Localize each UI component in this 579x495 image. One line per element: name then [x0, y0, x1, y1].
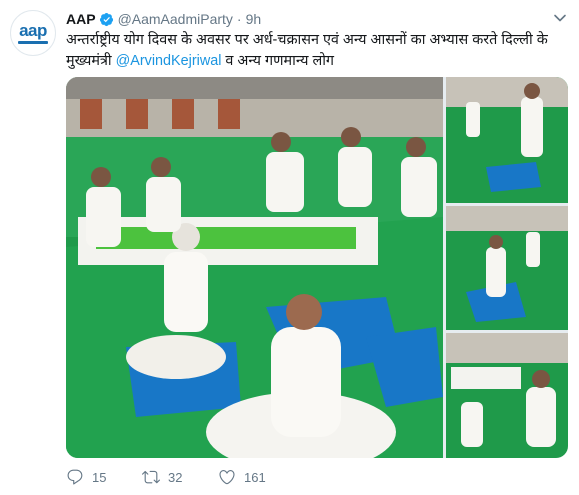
yoga-photo-3[interactable]	[446, 206, 568, 330]
aap-logo-underline	[18, 40, 48, 44]
reply-count: 15	[92, 469, 107, 485]
tweet-actions: 15 32 161	[66, 466, 296, 488]
reply-button[interactable]: 15	[66, 468, 112, 486]
tweet-header: AAP @AamAadmiParty · 9h	[66, 9, 261, 29]
tweet-timestamp[interactable]: 9h	[246, 11, 262, 27]
like-count: 161	[244, 469, 266, 485]
author-name[interactable]: AAP	[66, 11, 96, 27]
photo-grid	[66, 77, 568, 458]
tweet-text: अन्तर्राष्ट्रीय योग दिवस के अवसर पर अर्ध…	[66, 30, 566, 72]
aap-logo: aap	[19, 20, 47, 40]
author-handle[interactable]: @AamAadmiParty	[118, 11, 233, 27]
mention-link[interactable]: @ArvindKejriwal	[116, 53, 222, 69]
yoga-photo-2[interactable]	[446, 77, 568, 203]
main-yoga-photo[interactable]	[66, 77, 443, 458]
chevron-down-icon[interactable]	[553, 11, 567, 25]
tweet-text-suffix: व अन्य गणमान्य लोग	[221, 53, 335, 69]
yoga-photo-4[interactable]	[446, 333, 568, 458]
reply-icon	[67, 469, 83, 485]
profile-avatar[interactable]: aap	[10, 10, 56, 56]
retweet-count: 32	[168, 469, 183, 485]
separator-dot: ·	[236, 11, 242, 27]
tweet-text-line-2: मुख्यमंत्री @ArvindKejriwal व अन्य गणमान…	[66, 51, 566, 72]
tweet-text-line-1: अन्तर्राष्ट्रीय योग दिवस के अवसर पर अर्ध…	[66, 32, 548, 48]
retweet-icon	[142, 470, 160, 484]
retweet-button[interactable]: 32	[142, 468, 188, 486]
heart-icon	[219, 470, 235, 485]
verified-badge-icon	[99, 12, 113, 26]
like-button[interactable]: 161	[218, 468, 266, 486]
tweet-text-prefix: मुख्यमंत्री	[66, 53, 116, 69]
tweet-card[interactable]: aap AAP @AamAadmiParty · 9h अन्तर्राष्ट्…	[0, 0, 579, 495]
